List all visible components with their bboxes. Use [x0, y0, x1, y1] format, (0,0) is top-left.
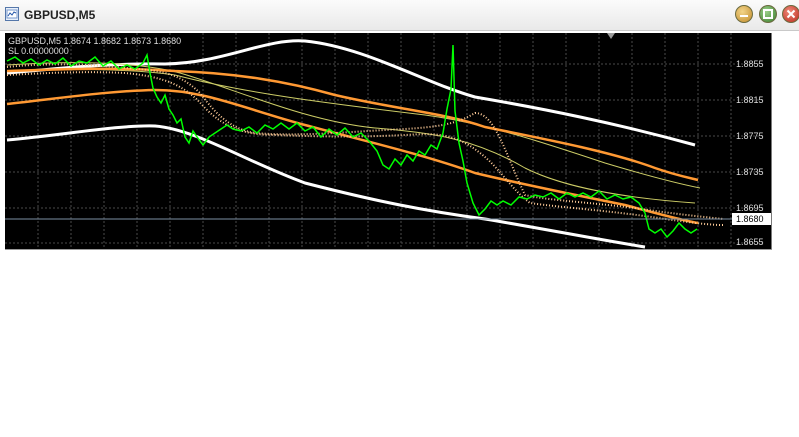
current-price-label: 1.8680: [736, 214, 764, 224]
trend-line-upper: [6, 67, 699, 182]
chart-bottom-border: [5, 249, 772, 250]
chart-shift-marker-icon[interactable]: [607, 33, 615, 39]
lower-band: [6, 124, 646, 249]
indicator-label: SL 0.00000000: [8, 46, 69, 56]
y-tick: 1.8775: [736, 131, 764, 141]
signal-dots: [6, 63, 724, 226]
maximize-icon: [763, 9, 773, 19]
trend-line-lower: [6, 88, 699, 225]
close-button[interactable]: [782, 5, 799, 23]
minimize-button[interactable]: [735, 5, 753, 23]
y-tick: 1.8735: [736, 167, 764, 177]
fast-ma-line: [6, 62, 696, 204]
chart-right-border: [771, 33, 772, 249]
chart-header: GBPUSD,M5 1.8674 1.8682 1.8673 1.8680: [8, 36, 181, 46]
maximize-button[interactable]: [759, 5, 777, 23]
minimize-icon: [740, 15, 748, 17]
price-chart[interactable]: GBPUSD,M5 1.8674 1.8682 1.8673 1.8680 SL…: [5, 33, 772, 249]
y-tick: 1.8695: [736, 203, 764, 213]
close-icon: [786, 9, 796, 19]
y-tick: 1.8815: [736, 95, 764, 105]
chart-canvas[interactable]: GBPUSD,M5 1.8674 1.8682 1.8673 1.8680 SL…: [5, 33, 772, 249]
chart-window-icon: [5, 7, 19, 21]
y-tick: 1.8855: [736, 59, 764, 69]
title-bar[interactable]: GBPUSD,M5: [0, 0, 799, 31]
window-title: GBPUSD,M5: [24, 8, 96, 22]
y-tick: 1.8655: [736, 237, 764, 247]
